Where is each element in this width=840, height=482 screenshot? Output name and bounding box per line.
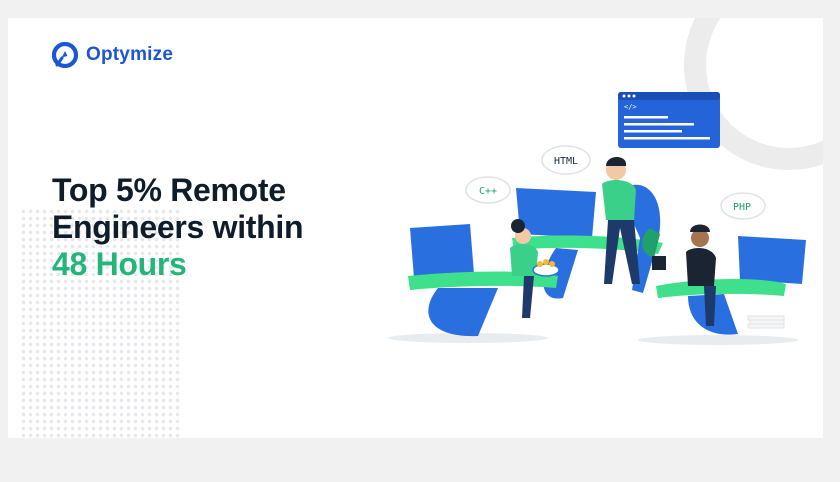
- cpp-bubble-text: C++: [479, 186, 497, 197]
- html-bubble: HTML: [541, 145, 591, 175]
- code-window-tag: </>: [624, 103, 637, 111]
- page-frame: Optymize Top 5% Remote Engineers within …: [0, 0, 840, 482]
- php-bubble: PHP: [720, 192, 766, 220]
- php-bubble-text: PHP: [733, 202, 751, 213]
- headline-line-3: 48 Hours: [52, 246, 187, 282]
- brand-logo[interactable]: Optymize: [52, 42, 173, 68]
- html-bubble-text: HTML: [554, 156, 578, 167]
- hero-headline: Top 5% Remote Engineers within 48 Hours: [52, 172, 304, 283]
- headline-line-2: Engineers within: [52, 209, 304, 245]
- cpp-bubble: C++: [465, 176, 511, 204]
- headline-line-1: Top 5% Remote: [52, 172, 286, 208]
- remote-engineers-illustration: </> HTML C++ PHP: [388, 92, 806, 345]
- code-window: </>: [618, 92, 720, 148]
- footer-strip: [8, 438, 823, 482]
- brand-name: Optymize: [86, 44, 174, 65]
- optymize-logo-icon: [52, 42, 78, 68]
- right-workstation: [642, 224, 806, 335]
- hero-banner: Optymize Top 5% Remote Engineers within …: [8, 18, 823, 438]
